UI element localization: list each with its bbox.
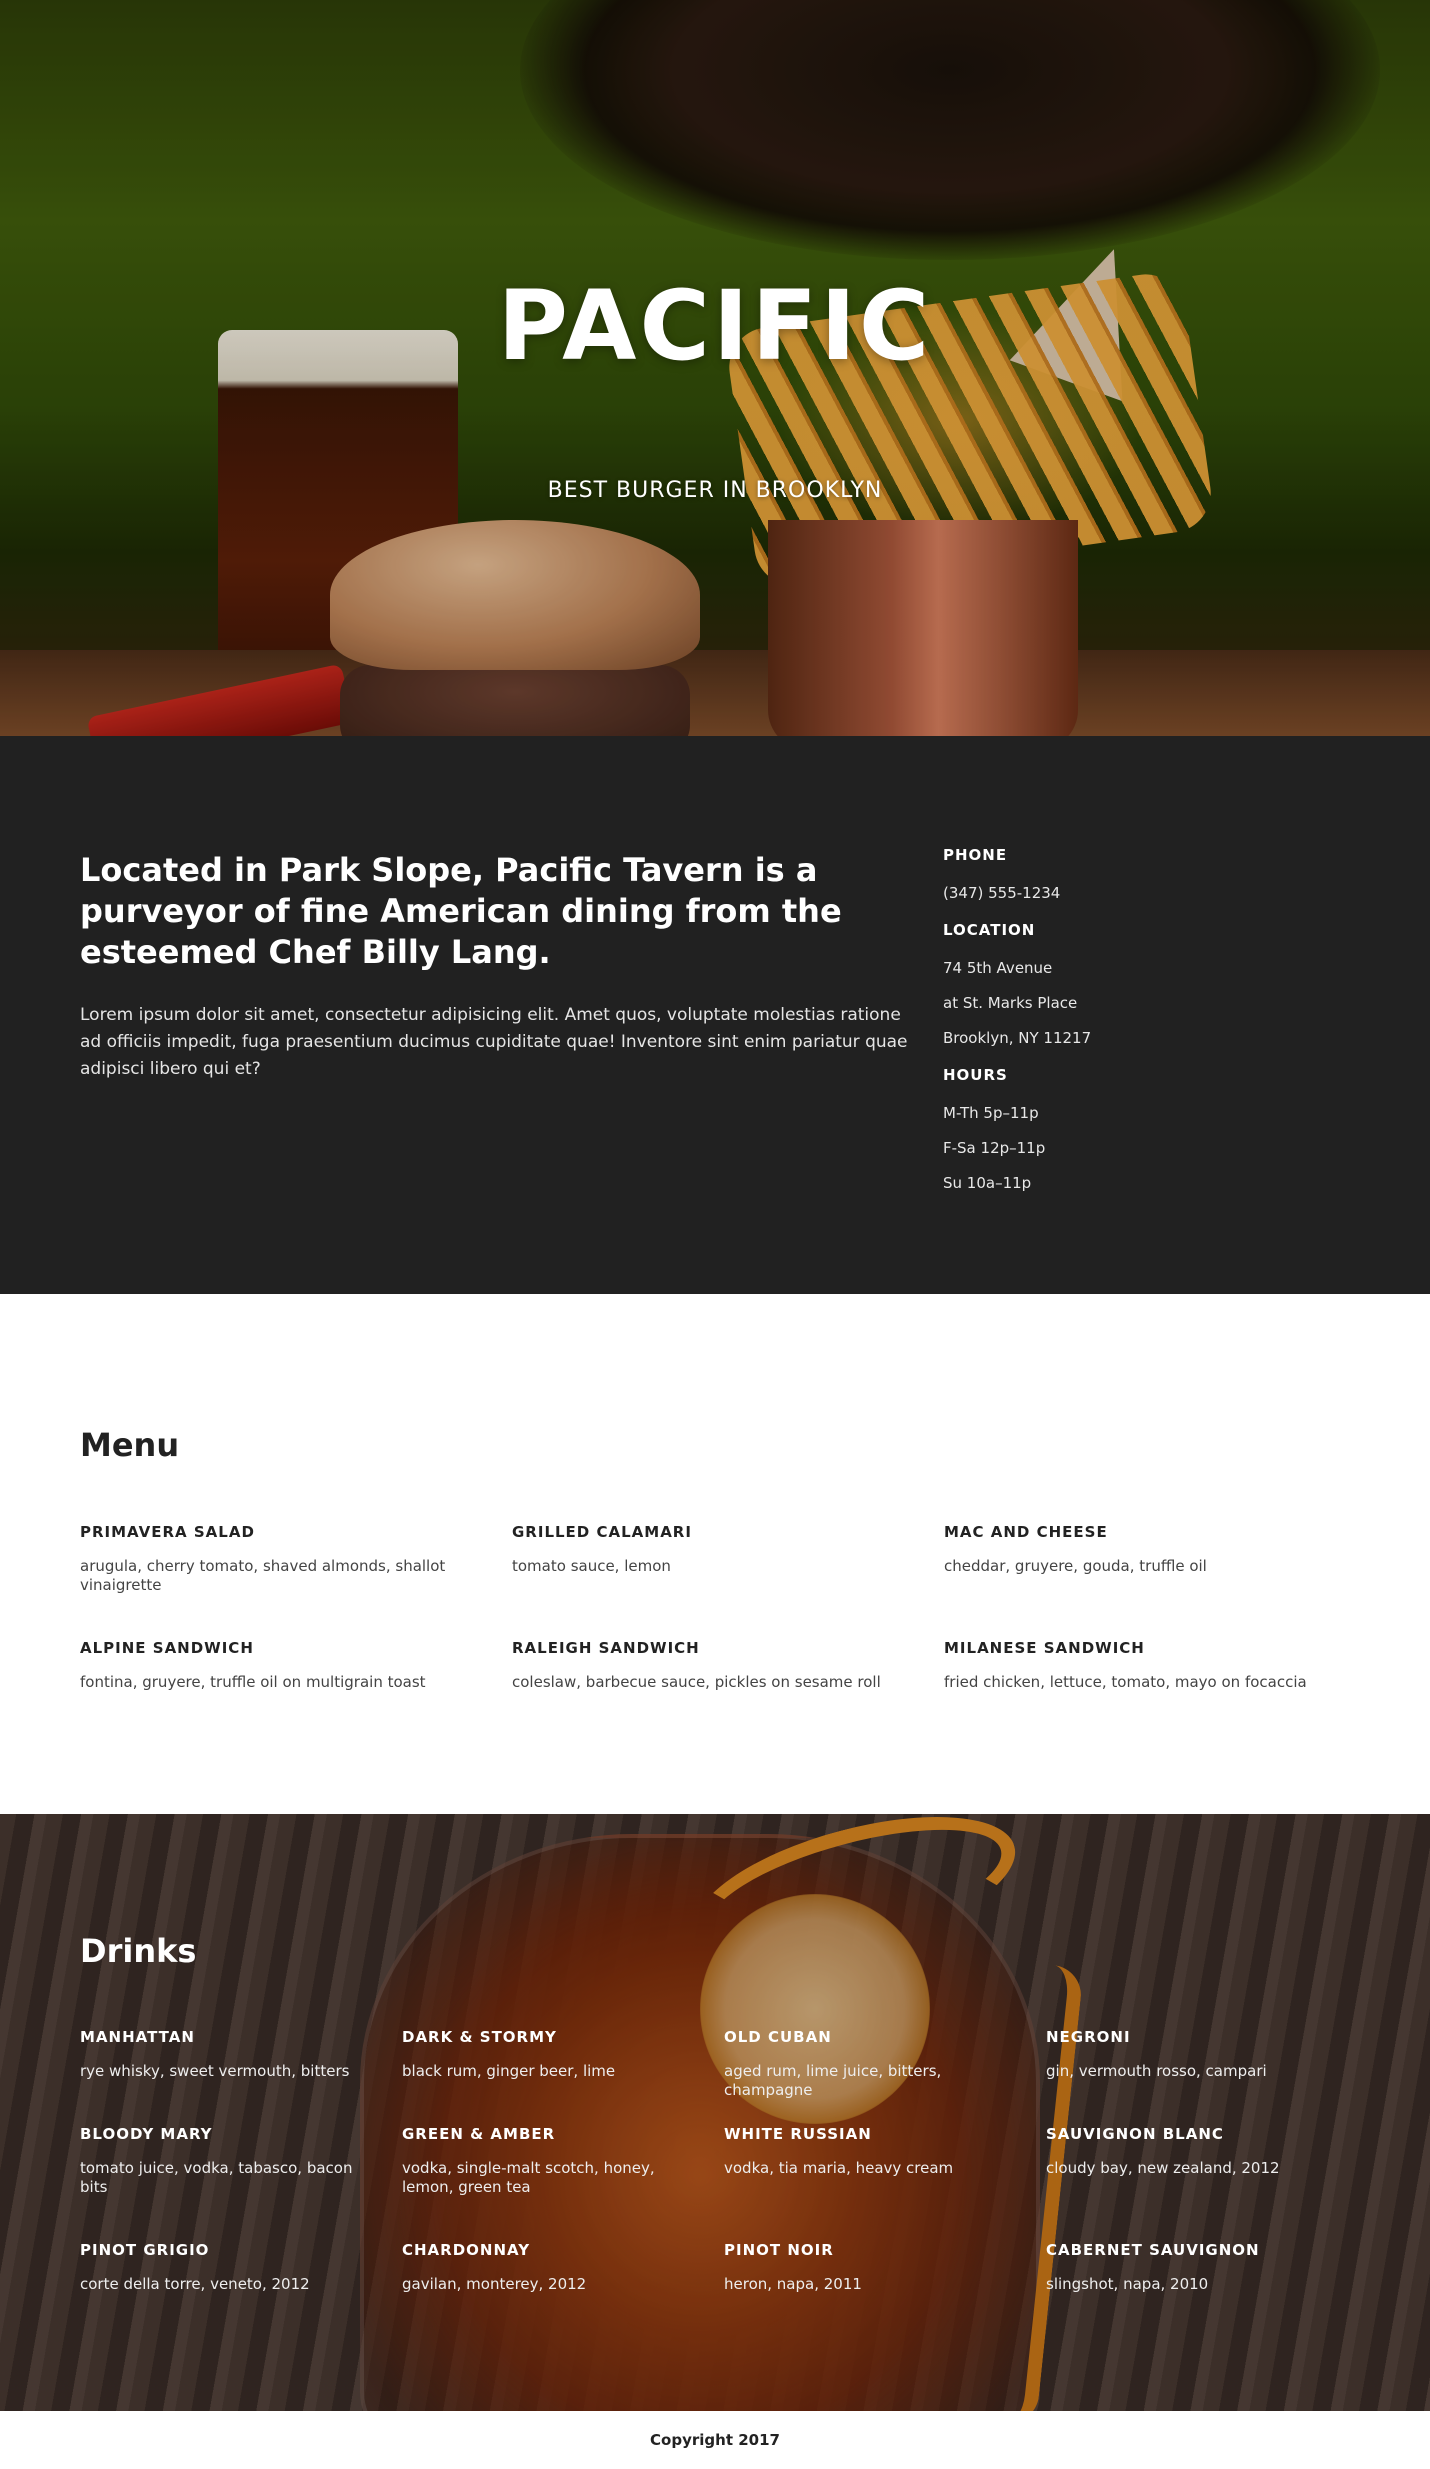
drink-item: PINOT NOIR heron, napa, 2011	[724, 2237, 1046, 2334]
menu-item-desc: fontina, gruyere, truffle oil on multigr…	[80, 1673, 426, 1691]
site-title: PACIFIC	[497, 270, 933, 382]
site-tagline: BEST BURGER IN BROOKLYN	[547, 478, 883, 503]
menu-item: PRIMAVERA SALAD arugula, cherry tomato, …	[80, 1519, 512, 1605]
drink-item-name: PINOT GRIGIO	[80, 2241, 210, 2259]
drink-item-desc: gin, vermouth rosso, campari	[1046, 2062, 1267, 2080]
about-section: Located in Park Slope, Pacific Tavern is…	[0, 736, 1430, 1294]
drink-item-desc: cloudy bay, new zealand, 2012	[1046, 2159, 1280, 2177]
menu-item-name: ALPINE SANDWICH	[80, 1639, 254, 1657]
menu-item-desc: fried chicken, lettuce, tomato, mayo on …	[944, 1673, 1307, 1691]
drink-item-name: NEGRONI	[1046, 2028, 1131, 2046]
drink-item-desc: vodka, tia maria, heavy cream	[724, 2159, 954, 2177]
drink-item: OLD CUBAN aged rum, lime juice, bitters,…	[724, 2024, 1046, 2121]
menu-title: Menu	[80, 1426, 180, 1464]
drink-item-name: OLD CUBAN	[724, 2028, 832, 2046]
about-headline: Located in Park Slope, Pacific Tavern is…	[80, 851, 842, 971]
hero-section: PACIFIC BEST BURGER IN BROOKLYN	[0, 0, 1430, 736]
drink-item-desc: gavilan, monterey, 2012	[402, 2275, 587, 2293]
drink-item: PINOT GRIGIO corte della torre, veneto, …	[80, 2237, 402, 2334]
drinks-section: Drinks MANHATTAN rye whisky, sweet vermo…	[0, 1814, 1430, 2411]
menu-item-desc: arugula, cherry tomato, shaved almonds, …	[80, 1557, 446, 1594]
menu-item-desc: cheddar, gruyere, gouda, truffle oil	[944, 1557, 1207, 1575]
about-body: Lorem ipsum dolor sit amet, consectetur …	[80, 1005, 908, 1079]
drink-item-desc: heron, napa, 2011	[724, 2275, 862, 2293]
hours-line: M-Th 5p–11p	[943, 1104, 1039, 1122]
drink-item-name: MANHATTAN	[80, 2028, 195, 2046]
drink-item-name: PINOT NOIR	[724, 2241, 834, 2259]
drink-item-name: CHARDONNAY	[402, 2241, 531, 2259]
menu-list: PRIMAVERA SALAD arugula, cherry tomato, …	[80, 1519, 1370, 1721]
menu-section: Menu PRIMAVERA SALAD arugula, cherry tom…	[0, 1294, 1430, 1814]
drink-item-desc: tomato juice, vodka, tabasco, bacon bits	[80, 2159, 353, 2196]
menu-item: MAC AND CHEESE cheddar, gruyere, gouda, …	[944, 1519, 1370, 1605]
footer: Copyright 2017	[0, 2411, 1430, 2469]
hours-label: HOURS	[943, 1066, 1008, 1084]
drink-item-name: CABERNET SAUVIGNON	[1046, 2241, 1260, 2259]
hours-line: F-Sa 12p–11p	[943, 1139, 1046, 1157]
drinks-list: MANHATTAN rye whisky, sweet vermouth, bi…	[80, 2024, 1370, 2334]
menu-item-name: MILANESE SANDWICH	[944, 1639, 1145, 1657]
drink-item: CABERNET SAUVIGNON slingshot, napa, 2010	[1046, 2237, 1368, 2334]
drink-item-name: DARK & STORMY	[402, 2028, 557, 2046]
drink-item: GREEN & AMBER vodka, single-malt scotch,…	[402, 2121, 724, 2237]
menu-item: ALPINE SANDWICH fontina, gruyere, truffl…	[80, 1635, 512, 1721]
drink-item: CHARDONNAY gavilan, monterey, 2012	[402, 2237, 724, 2334]
drinks-title: Drinks	[80, 1932, 197, 1970]
menu-item: MILANESE SANDWICH fried chicken, lettuce…	[944, 1635, 1370, 1721]
drink-item-name: SAUVIGNON BLANC	[1046, 2125, 1224, 2143]
drink-item-desc: corte della torre, veneto, 2012	[80, 2275, 310, 2293]
location-label: LOCATION	[943, 921, 1036, 939]
menu-item-desc: tomato sauce, lemon	[512, 1557, 671, 1575]
phone-label: PHONE	[943, 846, 1008, 864]
drink-item: NEGRONI gin, vermouth rosso, campari	[1046, 2024, 1368, 2121]
drink-item-desc: vodka, single-malt scotch, honey, lemon,…	[402, 2159, 655, 2196]
drink-item: MANHATTAN rye whisky, sweet vermouth, bi…	[80, 2024, 402, 2121]
drink-item: BLOODY MARY tomato juice, vodka, tabasco…	[80, 2121, 402, 2237]
drink-item-name: BLOODY MARY	[80, 2125, 213, 2143]
drink-item-desc: aged rum, lime juice, bitters, champagne	[724, 2062, 942, 2099]
drink-item: WHITE RUSSIAN vodka, tia maria, heavy cr…	[724, 2121, 1046, 2237]
drink-item-name: WHITE RUSSIAN	[724, 2125, 872, 2143]
menu-item-name: RALEIGH SANDWICH	[512, 1639, 700, 1657]
drink-item-desc: slingshot, napa, 2010	[1046, 2275, 1209, 2293]
address-line: Brooklyn, NY 11217	[943, 1029, 1092, 1047]
address-line: at St. Marks Place	[943, 994, 1078, 1012]
contact-info: PHONE (347) 555-1234 LOCATION 74 5th Ave…	[943, 836, 1363, 1201]
drink-item: SAUVIGNON BLANC cloudy bay, new zealand,…	[1046, 2121, 1368, 2237]
drink-item: DARK & STORMY black rum, ginger beer, li…	[402, 2024, 724, 2121]
menu-item-desc: coleslaw, barbecue sauce, pickles on ses…	[512, 1673, 881, 1691]
menu-item-name: MAC AND CHEESE	[944, 1523, 1108, 1541]
drink-item-desc: black rum, ginger beer, lime	[402, 2062, 616, 2080]
menu-item-name: GRILLED CALAMARI	[512, 1523, 692, 1541]
phone-number[interactable]: (347) 555-1234	[943, 876, 1363, 911]
menu-item-name: PRIMAVERA SALAD	[80, 1523, 255, 1541]
hours-line: Su 10a–11p	[943, 1174, 1032, 1192]
drink-item-desc: rye whisky, sweet vermouth, bitters	[80, 2062, 350, 2080]
menu-item: RALEIGH SANDWICH coleslaw, barbecue sauc…	[512, 1635, 944, 1721]
address-line: 74 5th Avenue	[943, 959, 1053, 977]
copyright-text: Copyright 2017	[650, 2431, 780, 2449]
drink-item-name: GREEN & AMBER	[402, 2125, 556, 2143]
menu-item: GRILLED CALAMARI tomato sauce, lemon	[512, 1519, 944, 1605]
